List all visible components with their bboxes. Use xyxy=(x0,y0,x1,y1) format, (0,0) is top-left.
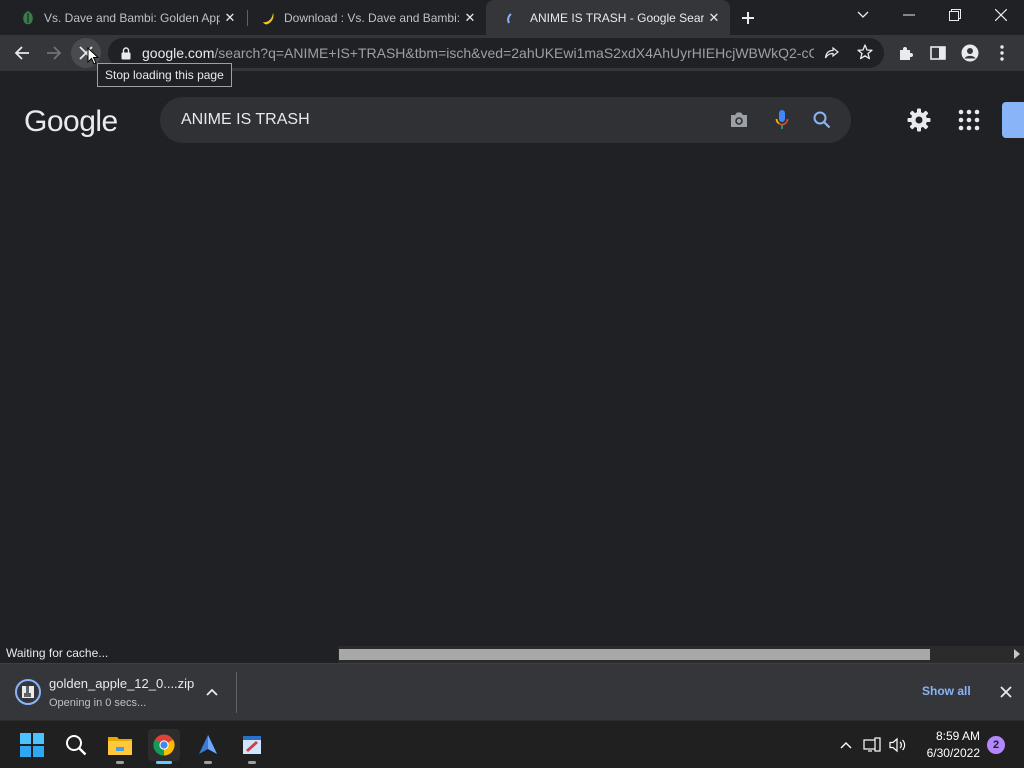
windows-start-icon[interactable] xyxy=(16,729,48,761)
avatar-icon xyxy=(961,44,979,62)
extensions-button[interactable] xyxy=(891,38,921,68)
tab-title: ANIME IS TRASH - Google Search xyxy=(530,10,704,25)
chevron-up-icon[interactable] xyxy=(203,683,221,701)
tooltip: Stop loading this page xyxy=(97,63,232,87)
chevron-down-icon xyxy=(857,11,869,18)
close-window-button[interactable] xyxy=(978,0,1024,30)
app-blue-icon[interactable] xyxy=(192,729,224,764)
volume-icon[interactable] xyxy=(888,735,908,755)
horizontal-scrollbar[interactable] xyxy=(338,646,1024,663)
arrow-left-icon xyxy=(14,46,29,60)
tab-google-search[interactable]: ANIME IS TRASH - Google Search ✕ xyxy=(486,0,730,35)
chrome-icon[interactable] xyxy=(148,729,180,764)
close-icon[interactable]: ✕ xyxy=(460,8,480,28)
tab-title: Vs. Dave and Bambi: Golden Apple xyxy=(44,10,220,25)
url-path: /search?q=ANIME+IS+TRASH&tbm=isch&ved=2a… xyxy=(214,45,814,61)
profile-button[interactable] xyxy=(955,38,985,68)
puzzle-icon xyxy=(900,47,913,60)
status-bubble: Waiting for cache... xyxy=(0,642,115,663)
running-indicator xyxy=(156,761,172,764)
download-separator xyxy=(236,672,237,713)
share-icon[interactable] xyxy=(824,45,840,66)
star-icon[interactable] xyxy=(857,44,873,65)
loading-spinner-icon xyxy=(506,10,522,26)
download-shelf: golden_apple_12_0....zip Opening in 0 se… xyxy=(0,663,1024,720)
zip-file-icon[interactable] xyxy=(15,679,41,705)
google-logo[interactable]: Google xyxy=(24,105,118,139)
new-tab-button[interactable] xyxy=(736,6,760,30)
kebab-menu-icon xyxy=(1000,45,1004,61)
running-indicator xyxy=(248,761,256,764)
running-indicator xyxy=(204,761,212,764)
tab-title: Download : Vs. Dave and Bambi: Golden Ap… xyxy=(284,10,460,25)
show-all-button[interactable]: Show all xyxy=(922,684,971,698)
network-icon[interactable] xyxy=(862,735,882,755)
gear-icon[interactable] xyxy=(906,107,932,133)
menu-button[interactable] xyxy=(987,38,1017,68)
search-icon[interactable] xyxy=(810,108,834,132)
notification-badge[interactable]: 2 xyxy=(987,736,1005,754)
chevron-up-icon[interactable] xyxy=(836,735,856,755)
mouse-cursor-icon xyxy=(87,46,100,70)
windows-taskbar: 8:59 AM 6/30/2022 2 xyxy=(0,720,1024,768)
arrow-right-icon xyxy=(47,46,62,60)
camera-icon[interactable] xyxy=(727,108,751,132)
running-indicator xyxy=(116,761,124,764)
search-icon[interactable] xyxy=(60,729,92,761)
microphone-icon[interactable] xyxy=(770,108,794,132)
gamebanana-favicon-icon xyxy=(20,10,36,26)
minimize-icon xyxy=(903,14,915,16)
scroll-right-arrow-icon[interactable] xyxy=(1014,649,1020,659)
file-explorer-icon[interactable] xyxy=(104,729,136,764)
close-icon xyxy=(995,9,1007,21)
restore-icon xyxy=(949,9,961,21)
clock-time[interactable]: 8:59 AM xyxy=(920,729,980,743)
side-panel-button[interactable] xyxy=(923,38,953,68)
banana-favicon-icon xyxy=(260,10,276,26)
download-filename[interactable]: golden_apple_12_0....zip xyxy=(49,676,194,691)
back-button[interactable] xyxy=(7,38,37,68)
scrollbar-thumb[interactable] xyxy=(339,649,930,660)
search-query[interactable]: ANIME IS TRASH xyxy=(181,111,310,129)
apps-grid-icon[interactable] xyxy=(957,108,981,132)
lock-icon[interactable] xyxy=(118,46,134,60)
close-icon[interactable]: ✕ xyxy=(220,8,240,28)
url-text: google.com/search?q=ANIME+IS+TRASH&tbm=i… xyxy=(142,45,814,61)
plus-icon xyxy=(742,12,754,24)
web-page: Google ANIME IS TRASH xyxy=(0,71,1024,663)
tab-download[interactable]: Download : Vs. Dave and Bambi: Golden Ap… xyxy=(240,0,486,35)
tab-search-button[interactable] xyxy=(840,0,886,30)
close-icon[interactable]: ✕ xyxy=(704,8,724,28)
download-status: Opening in 0 secs... xyxy=(49,697,147,709)
minimize-button[interactable] xyxy=(886,0,932,30)
tab-golden-apple[interactable]: Vs. Dave and Bambi: Golden Apple ✕ xyxy=(0,0,246,35)
paint-app-icon[interactable] xyxy=(236,729,268,764)
sign-in-button[interactable] xyxy=(1002,102,1024,138)
tab-strip: Vs. Dave and Bambi: Golden Apple ✕ Downl… xyxy=(0,0,1024,35)
url-host: google.com xyxy=(142,45,215,61)
close-icon[interactable] xyxy=(996,682,1016,702)
restore-button[interactable] xyxy=(932,0,978,30)
forward-button[interactable] xyxy=(39,38,69,68)
search-input[interactable]: ANIME IS TRASH xyxy=(160,97,851,143)
clock-date[interactable]: 6/30/2022 xyxy=(912,746,980,760)
side-panel-icon xyxy=(930,46,946,60)
